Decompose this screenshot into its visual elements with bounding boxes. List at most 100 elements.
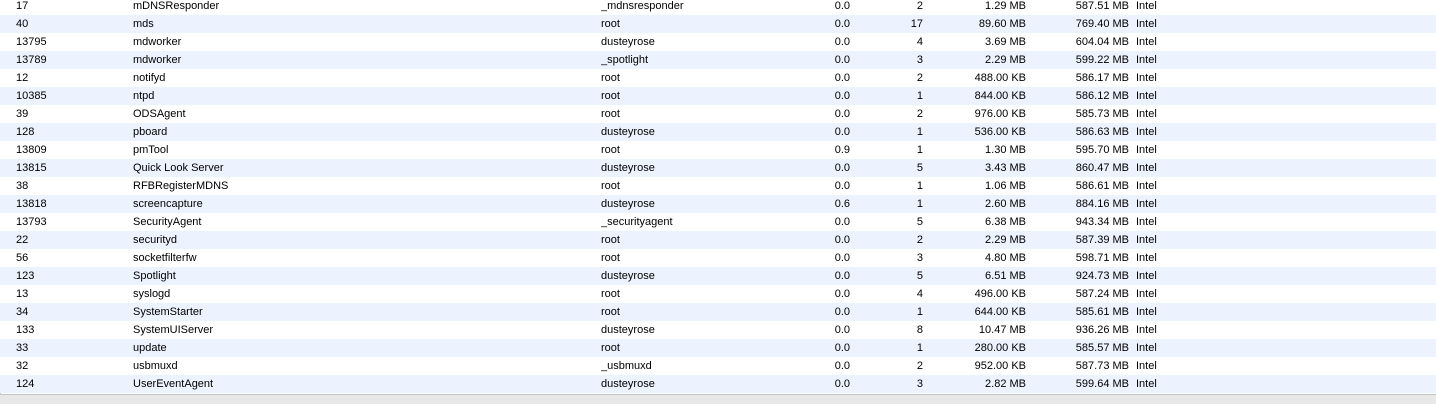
real-memory-cell: 6.51 MB	[985, 270, 1026, 282]
table-row[interactable]: 40 mds root 0.0 17 89.60 MB 769.40 MB Intel	[0, 15, 1436, 33]
kind-cell: Intel	[1136, 324, 1157, 336]
process-name-cell: ODSAgent	[133, 108, 186, 120]
virtual-memory-cell: 604.04 MB	[1075, 36, 1129, 48]
threads-cell: 1	[916, 126, 923, 138]
pid-cell: 13809	[16, 144, 47, 156]
threads-cell: 1	[916, 144, 923, 156]
threads-cell: 5	[916, 162, 923, 174]
table-row[interactable]: 13815 Quick Look Server dusteyrose 0.0 5 3.43…	[0, 159, 1436, 177]
horizontal-scrollbar[interactable]	[0, 394, 1436, 404]
virtual-memory-cell: 587.24 MB	[1075, 288, 1129, 300]
process-name-cell: mdworker	[133, 36, 182, 48]
threads-cell: 1	[916, 198, 923, 210]
pid-cell: 13815	[16, 162, 47, 174]
real-memory-cell: 976.00 KB	[974, 108, 1026, 120]
threads-cell: 1	[916, 342, 923, 354]
pid-cell: 38	[16, 180, 29, 192]
real-memory-cell: 644.00 KB	[974, 306, 1026, 318]
table-row[interactable]: 124 UserEventAgent dusteyrose 0.0 3 2.82 MB 59…	[0, 375, 1436, 393]
table-row[interactable]: 13795 mdworker dusteyrose 0.0 4 3.69 MB 604.04…	[0, 33, 1436, 51]
process-name-cell: Spotlight	[133, 270, 176, 282]
process-name-cell: SystemStarter	[133, 306, 203, 318]
cpu-cell: 0.0	[834, 342, 850, 354]
threads-cell: 8	[916, 324, 923, 336]
process-name-cell: pmTool	[133, 144, 169, 156]
table-row[interactable]: 13789 mdworker _spotlight 0.0 3 2.29 MB 599.22…	[0, 51, 1436, 69]
virtual-memory-cell: 599.64 MB	[1075, 378, 1129, 390]
pid-cell: 10385	[16, 90, 47, 102]
threads-cell: 2	[916, 234, 923, 246]
threads-cell: 2	[916, 360, 923, 372]
virtual-memory-cell: 884.16 MB	[1075, 198, 1129, 210]
table-row[interactable]: 13793 SecurityAgent _securityagent 0.0 5 6.38…	[0, 213, 1436, 231]
real-memory-cell: 1.29 MB	[985, 0, 1026, 12]
virtual-memory-cell: 585.73 MB	[1075, 108, 1129, 120]
cpu-cell: 0.0	[834, 324, 850, 336]
table-row[interactable]: 17 mDNSResponder _mdnsresponder 0.0 2 1.29 MB…	[0, 0, 1436, 15]
real-memory-cell: 496.00 KB	[974, 288, 1026, 300]
cpu-cell: 0.0	[834, 234, 850, 246]
user-cell: root	[601, 90, 620, 102]
virtual-memory-cell: 586.12 MB	[1075, 90, 1129, 102]
user-cell: root	[601, 342, 620, 354]
virtual-memory-cell: 924.73 MB	[1075, 270, 1129, 282]
cpu-cell: 0.0	[834, 108, 850, 120]
user-cell: root	[601, 108, 620, 120]
virtual-memory-cell: 586.17 MB	[1075, 72, 1129, 84]
user-cell: dusteyrose	[601, 378, 655, 390]
pid-cell: 34	[16, 306, 29, 318]
pid-cell: 39	[16, 108, 29, 120]
pid-cell: 13818	[16, 198, 47, 210]
table-row[interactable]: 123 Spotlight dusteyrose 0.0 5 6.51 MB 924.73 …	[0, 267, 1436, 285]
table-row[interactable]: 32 usbmuxd _usbmuxd 0.0 2 952.00 KB 587.73 MB I…	[0, 357, 1436, 375]
real-memory-cell: 844.00 KB	[974, 90, 1026, 102]
real-memory-cell: 89.60 MB	[978, 18, 1026, 30]
user-cell: dusteyrose	[601, 126, 655, 138]
virtual-memory-cell: 769.40 MB	[1075, 18, 1129, 30]
table-row[interactable]: 56 socketfilterfw root 0.0 3 4.80 MB 598.71 MB…	[0, 249, 1436, 267]
table-row[interactable]: 10385 ntpd root 0.0 1 844.00 KB 586.12 MB Intel	[0, 87, 1436, 105]
cpu-cell: 0.0	[834, 180, 850, 192]
pid-cell: 128	[16, 126, 35, 138]
threads-cell: 2	[916, 108, 923, 120]
user-cell: _mdnsresponder	[601, 0, 684, 12]
process-name-cell: UserEventAgent	[133, 378, 214, 390]
kind-cell: Intel	[1136, 144, 1157, 156]
table-row[interactable]: 13 syslogd root 0.0 4 496.00 KB 587.24 MB Intel	[0, 285, 1436, 303]
pid-cell: 22	[16, 234, 29, 246]
user-cell: _usbmuxd	[601, 360, 652, 372]
kind-cell: Intel	[1136, 306, 1157, 318]
table-row[interactable]: 12 notifyd root 0.0 2 488.00 KB 586.17 MB Intel	[0, 69, 1436, 87]
table-row[interactable]: 128 pboard dusteyrose 0.0 1 536.00 KB 586.63 M…	[0, 123, 1436, 141]
virtual-memory-cell: 595.70 MB	[1075, 144, 1129, 156]
virtual-memory-cell: 585.57 MB	[1075, 342, 1129, 354]
kind-cell: Intel	[1136, 342, 1157, 354]
threads-cell: 2	[916, 0, 923, 12]
kind-cell: Intel	[1136, 36, 1157, 48]
pid-cell: 56	[16, 252, 29, 264]
table-row[interactable]: 39 ODSAgent root 0.0 2 976.00 KB 585.73 MB Inte…	[0, 105, 1436, 123]
table-row[interactable]: 34 SystemStarter root 0.0 1 644.00 KB 585.61 M…	[0, 303, 1436, 321]
virtual-memory-cell: 586.61 MB	[1075, 180, 1129, 192]
cpu-cell: 0.0	[834, 306, 850, 318]
cpu-cell: 0.0	[834, 162, 850, 174]
table-row[interactable]: 33 update root 0.0 1 280.00 KB 585.57 MB Intel	[0, 339, 1436, 357]
cpu-cell: 0.0	[834, 270, 850, 282]
threads-cell: 4	[916, 36, 923, 48]
cpu-cell: 0.6	[834, 198, 850, 210]
table-row[interactable]: 13818 screencapture dusteyrose 0.6 1 2.60 MB 8…	[0, 195, 1436, 213]
table-row[interactable]: 13809 pmTool root 0.9 1 1.30 MB 595.70 MB Intel	[0, 141, 1436, 159]
table-row[interactable]: 133 SystemUIServer dusteyrose 0.0 8 10.47 MB 9…	[0, 321, 1436, 339]
table-row[interactable]: 22 securityd root 0.0 2 2.29 MB 587.39 MB Intel	[0, 231, 1436, 249]
cpu-cell: 0.0	[834, 54, 850, 66]
pid-cell: 13789	[16, 54, 47, 66]
cpu-cell: 0.0	[834, 360, 850, 372]
cpu-cell: 0.0	[834, 216, 850, 228]
virtual-memory-cell: 585.61 MB	[1075, 306, 1129, 318]
pid-cell: 13	[16, 288, 29, 300]
user-cell: root	[601, 288, 620, 300]
cpu-cell: 0.0	[834, 72, 850, 84]
table-row[interactable]: 38 RFBRegisterMDNS root 0.0 1 1.06 MB 586.61 M…	[0, 177, 1436, 195]
cpu-cell: 0.0	[834, 0, 850, 12]
process-name-cell: RFBRegisterMDNS	[133, 180, 229, 192]
